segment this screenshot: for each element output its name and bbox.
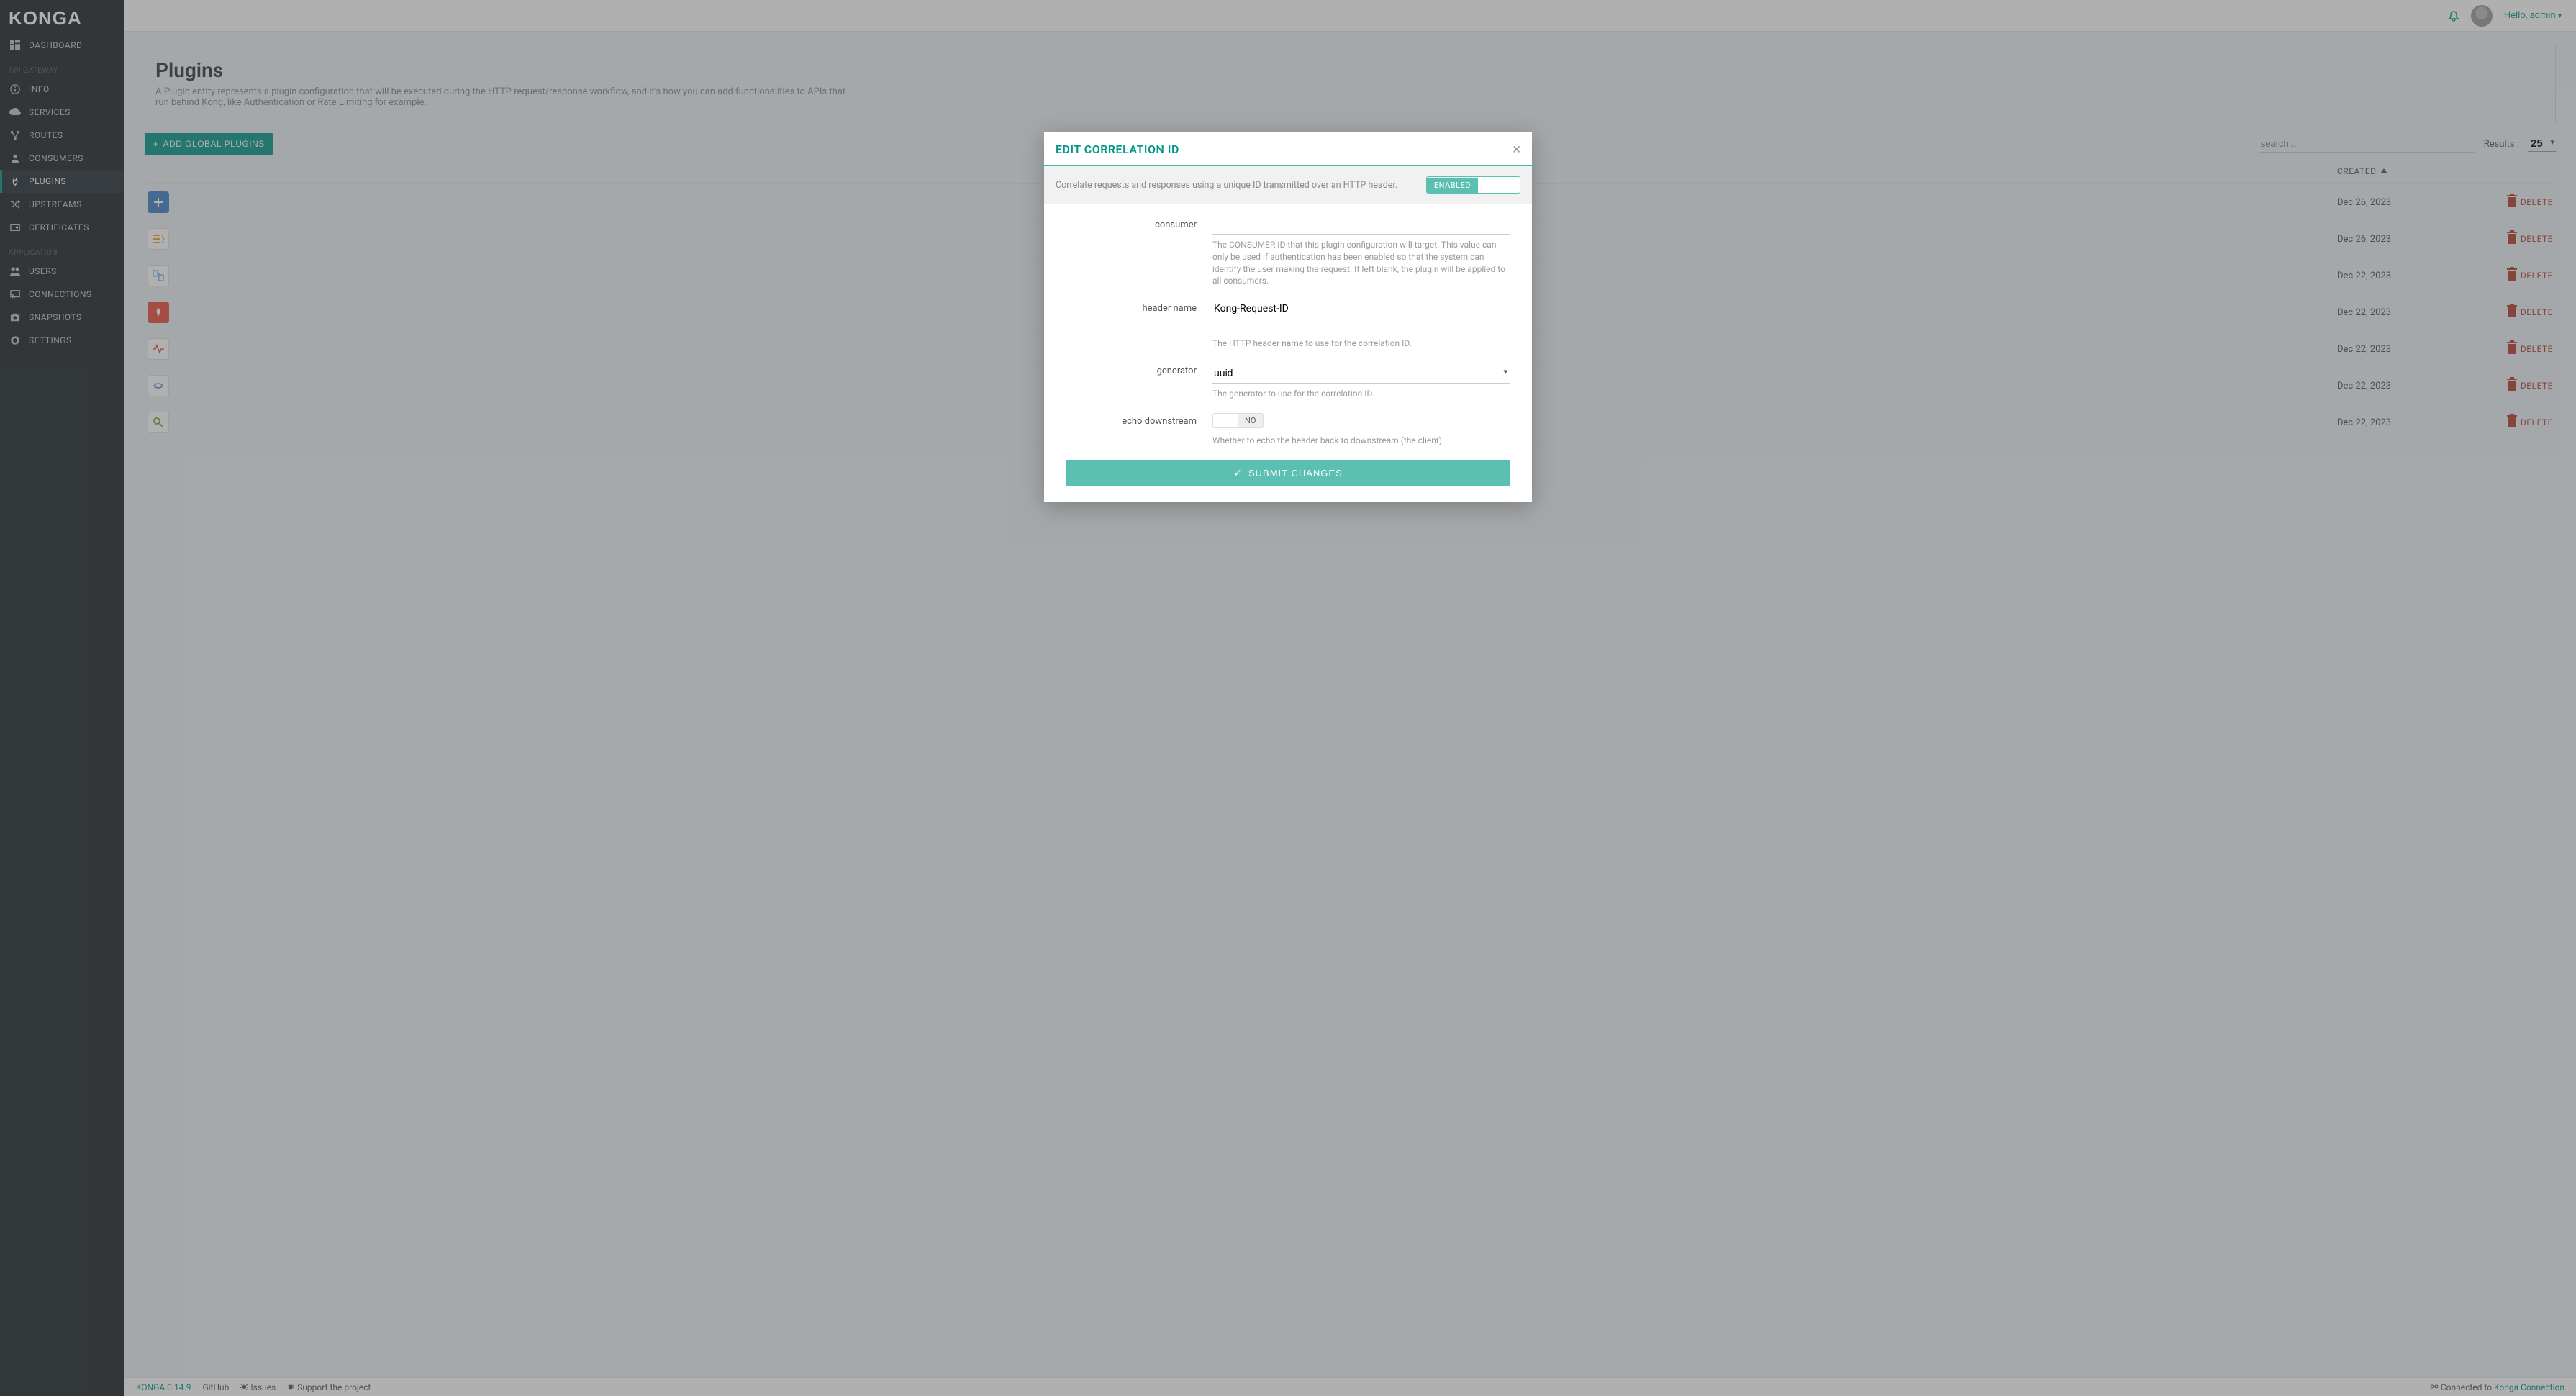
close-icon[interactable]: × xyxy=(1513,140,1520,158)
consumer-help: The CONSUMER ID that this plugin configu… xyxy=(1212,239,1510,287)
consumer-input[interactable] xyxy=(1212,217,1510,235)
check-icon xyxy=(1233,467,1243,479)
generator-select[interactable]: uuid xyxy=(1212,363,1510,384)
generator-help: The generator to use for the correlation… xyxy=(1212,388,1510,400)
enabled-label: ENABLED xyxy=(1427,178,1478,193)
edit-plugin-modal: EDIT CORRELATION ID × Correlate requests… xyxy=(1044,132,1532,502)
enabled-toggle[interactable]: ENABLED xyxy=(1426,176,1520,194)
generator-label: generator xyxy=(1066,363,1212,400)
header-name-label: header name xyxy=(1066,300,1212,350)
submit-changes-button[interactable]: SUBMIT CHANGES xyxy=(1066,460,1510,486)
echo-downstream-toggle[interactable]: NO xyxy=(1212,413,1264,428)
header-name-input[interactable]: Kong-Request-ID xyxy=(1212,300,1510,330)
consumer-label: consumer xyxy=(1066,217,1212,287)
modal-subtitle: Correlate requests and responses using a… xyxy=(1056,180,1397,191)
echo-downstream-help: Whether to echo the header back to downs… xyxy=(1212,435,1510,447)
modal-overlay[interactable]: EDIT CORRELATION ID × Correlate requests… xyxy=(0,0,2576,1396)
echo-downstream-label: echo downstream xyxy=(1066,413,1212,447)
modal-title: EDIT CORRELATION ID xyxy=(1056,142,1179,156)
header-name-help: The HTTP header name to use for the corr… xyxy=(1212,337,1510,350)
